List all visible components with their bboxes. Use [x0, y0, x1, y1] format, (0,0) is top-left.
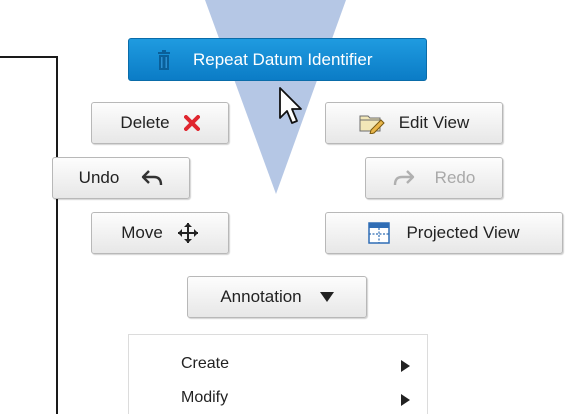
overflow-menu: Create Modify	[128, 334, 428, 414]
undo-label: Undo	[78, 168, 120, 187]
redo-arrow-icon	[393, 169, 415, 187]
folder-edit-icon	[359, 112, 385, 134]
dropdown-triangle-icon	[319, 292, 334, 302]
edit-view-label: Edit View	[398, 113, 470, 132]
menu-item-create[interactable]: Create	[129, 349, 427, 379]
redo-button[interactable]: Redo	[365, 157, 503, 199]
trash-icon	[157, 50, 171, 75]
delete-button[interactable]: Delete	[91, 102, 229, 144]
annotation-label: Annotation	[220, 287, 302, 306]
submenu-arrow-icon	[401, 359, 410, 377]
move-label: Move	[121, 223, 163, 242]
drawing-bracket-line	[56, 56, 58, 414]
move-arrows-icon	[177, 222, 199, 244]
mouse-cursor-icon	[279, 87, 302, 124]
undo-arrow-icon	[141, 169, 163, 187]
menu-item-modify[interactable]: Modify	[129, 383, 427, 413]
red-x-icon	[183, 115, 200, 131]
menu-item-label: Create	[181, 355, 230, 372]
delete-label: Delete	[120, 113, 170, 132]
annotation-dropdown[interactable]: Annotation	[187, 276, 367, 318]
projected-view-label: Projected View	[406, 223, 520, 242]
move-button[interactable]: Move	[91, 212, 229, 254]
redo-label: Redo	[434, 168, 476, 187]
submenu-arrow-icon	[401, 393, 410, 411]
projected-view-button[interactable]: Projected View	[325, 212, 563, 254]
repeat-datum-identifier-button[interactable]: Repeat Datum Identifier	[128, 38, 427, 81]
projected-view-icon	[368, 222, 391, 244]
edit-view-button[interactable]: Edit View	[325, 102, 503, 144]
undo-button[interactable]: Undo	[52, 157, 190, 199]
drawing-bracket-line	[0, 56, 58, 58]
menu-item-label: Modify	[181, 389, 229, 406]
repeat-datum-identifier-label: Repeat Datum Identifier	[193, 50, 373, 69]
